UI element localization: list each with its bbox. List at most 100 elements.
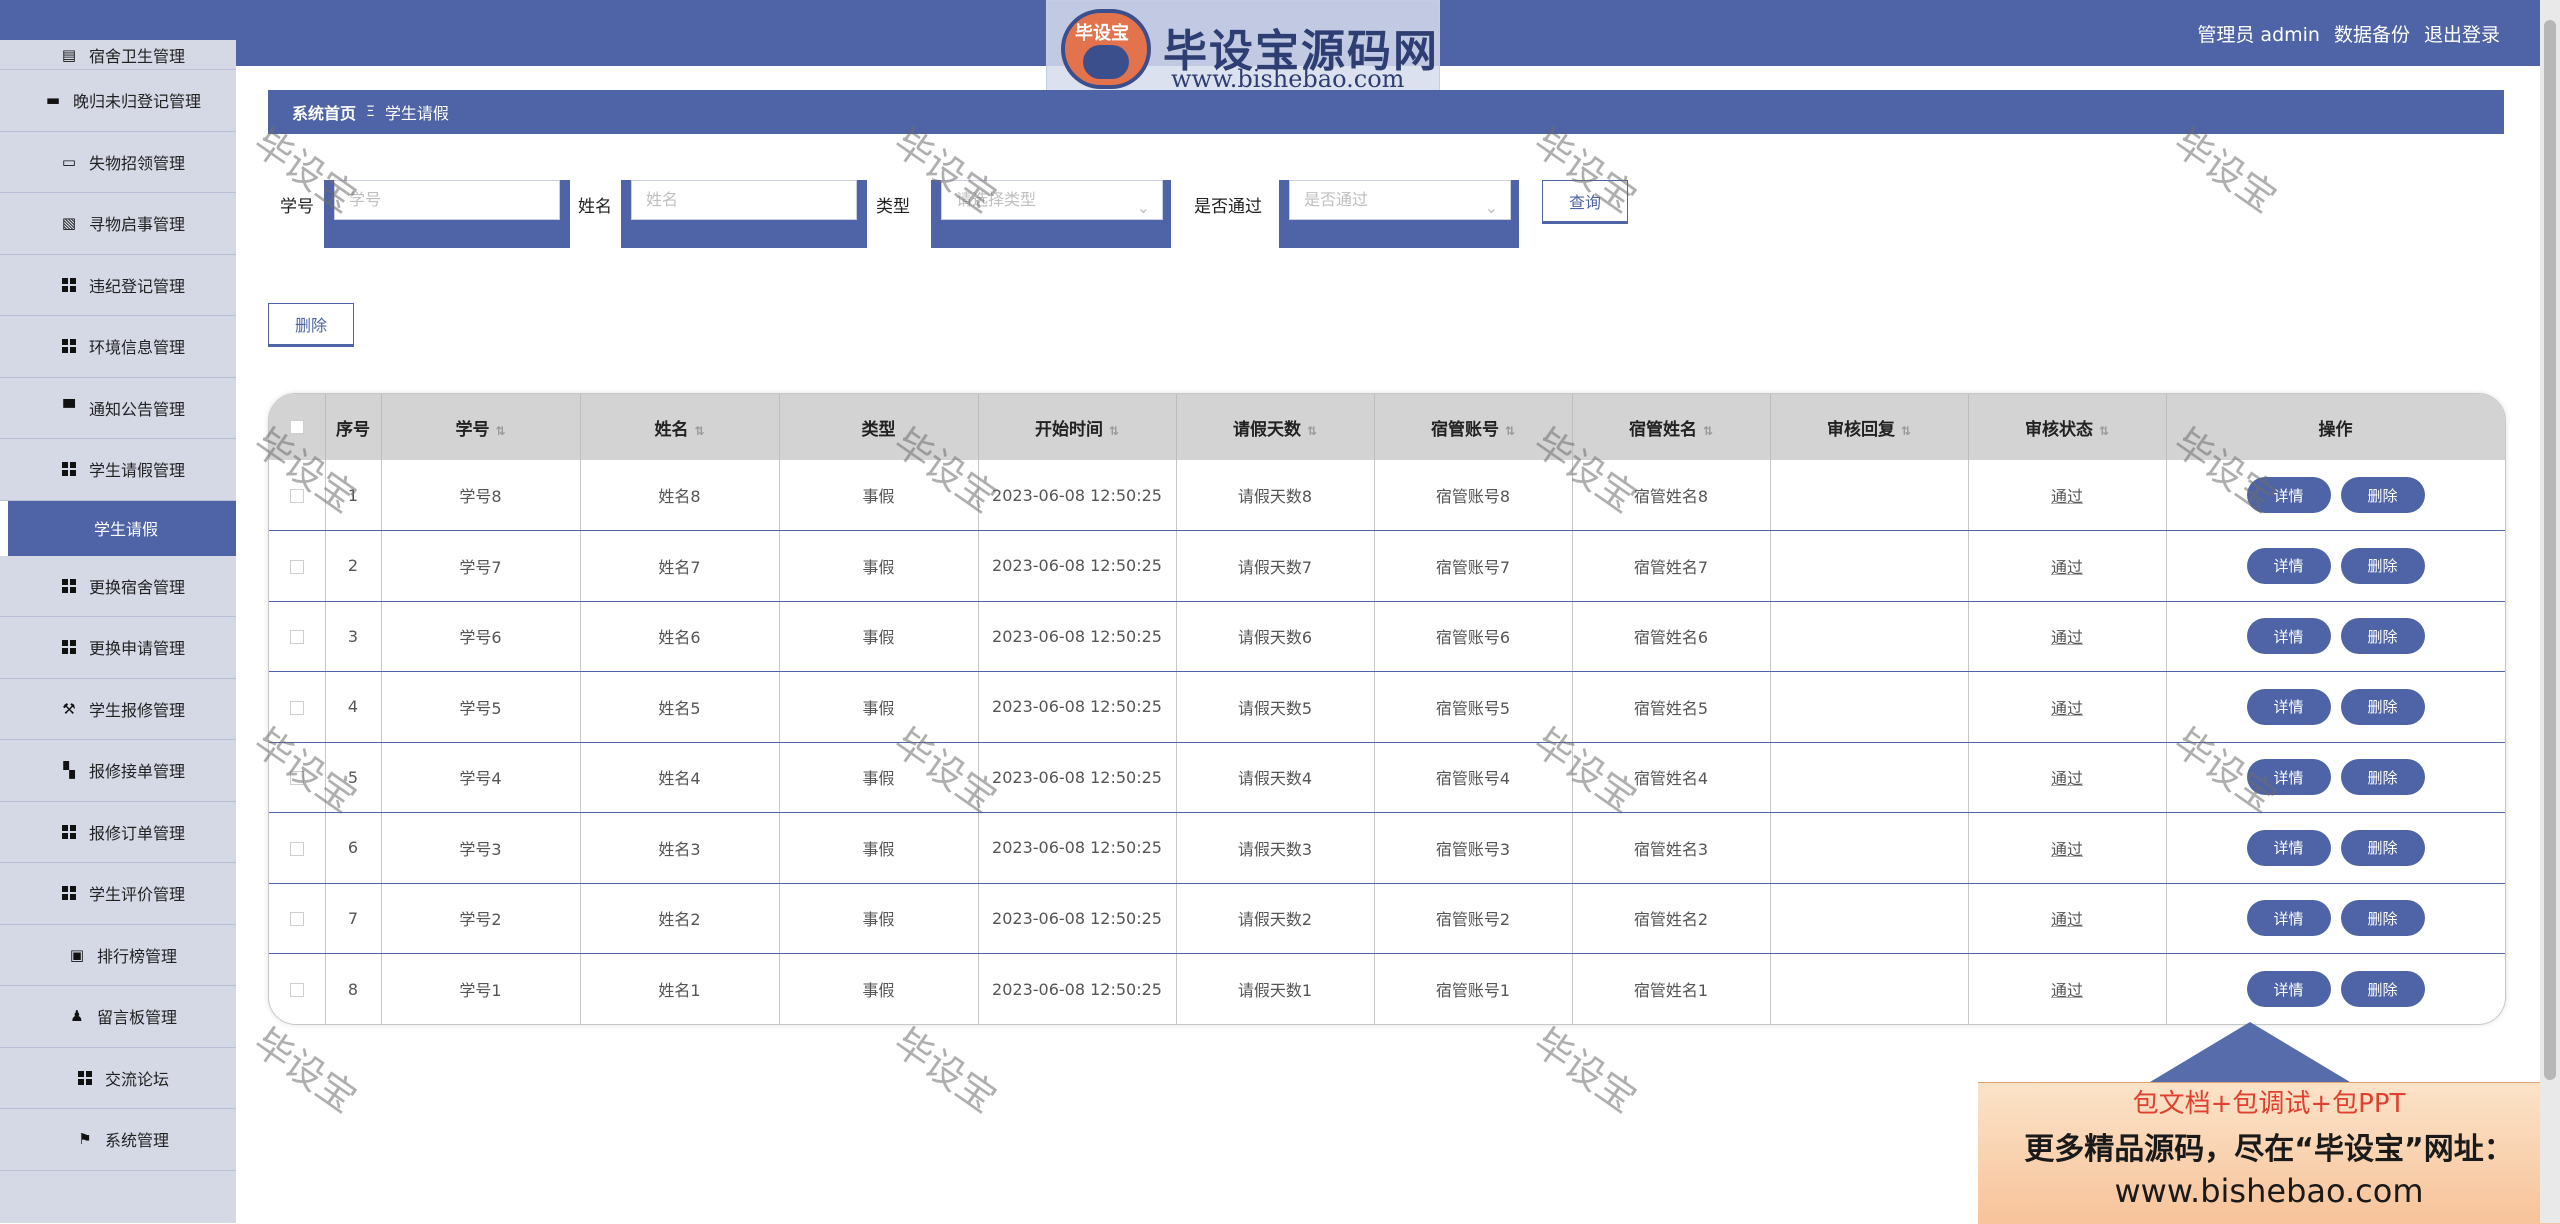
detail-button[interactable]: 详情 [2246, 477, 2331, 513]
sidebar-item[interactable]: 违纪登记管理 [0, 255, 236, 316]
cell-status: 通过 [1968, 460, 2167, 531]
cell-account: 宿管账号7 [1374, 530, 1573, 602]
cell-text: 宿管账号2 [1435, 910, 1511, 930]
cell-type: 事假 [779, 883, 979, 954]
row-delete-button[interactable]: 删除 [2340, 688, 2425, 725]
cell-text: 学号1 [459, 981, 502, 1000]
sort-icon[interactable]: ⇅ [1901, 424, 1911, 438]
column-header[interactable]: 姓名 ⇅ [580, 394, 780, 460]
column-header[interactable]: 开始时间 ⇅ [978, 394, 1177, 460]
scrollbar-thumb[interactable] [2544, 20, 2556, 1080]
sidebar-item[interactable]: ♟ 留言板管理 [0, 986, 236, 1048]
sort-icon[interactable]: ⇅ [495, 424, 505, 438]
data-backup-link[interactable]: 数据备份 [2334, 20, 2410, 47]
header-links: 管理员 admin 数据备份 退出登录 [2197, 20, 2500, 47]
sidebar-item[interactable]: ▣ 排行榜管理 [0, 925, 236, 986]
column-header[interactable]: 审核状态 ⇅ [1968, 394, 2167, 460]
sidebar-item[interactable]: 更换申请管理 [0, 617, 236, 679]
sort-icon[interactable]: ⇅ [1703, 424, 1713, 438]
row-delete-button[interactable]: 删除 [2340, 618, 2425, 655]
column-header[interactable]: 序号 [325, 394, 382, 460]
select-all-checkbox[interactable] [289, 420, 304, 434]
sidebar-item[interactable]: 学生请假管理 [0, 439, 236, 501]
sort-icon[interactable]: ⇅ [1307, 424, 1317, 438]
sidebar-item[interactable]: 更换宿舍管理 [0, 556, 236, 617]
sort-icon[interactable]: ⇅ [1505, 424, 1515, 438]
logout-link[interactable]: 退出登录 [2424, 20, 2500, 47]
passed-select[interactable]: 是否通过 ⌄ [1289, 180, 1511, 220]
sidebar-item[interactable]: ⚑ 系统管理 [0, 1109, 236, 1171]
cell-student_no: 学号4 [381, 742, 581, 813]
cell-manager: 宿管姓名7 [1572, 530, 1771, 602]
cell-status: 通过 [1968, 812, 2167, 884]
logo-watermark: 毕设宝 毕设宝源码网 www.bishebao.com [1046, 0, 1440, 102]
row-checkbox[interactable] [289, 700, 304, 715]
cell-no: 1 [325, 460, 382, 531]
sidebar-subitem-label: 学生请假 [94, 520, 159, 539]
cell-actions: 详情 删除 [2166, 742, 2505, 813]
cell-text: 通过 [2050, 487, 2083, 506]
query-button[interactable]: 查询 [1542, 180, 1628, 224]
breadcrumb-current: 学生请假 [384, 104, 449, 123]
name-input[interactable]: 姓名 [631, 180, 857, 220]
row-delete-button[interactable]: 删除 [2340, 971, 2425, 1007]
column-header[interactable]: 学号 ⇅ [381, 394, 581, 460]
sidebar-item[interactable]: ▤ 宿舍卫生管理 [0, 40, 236, 70]
row-delete-button[interactable]: 删除 [2340, 829, 2425, 866]
sidebar-item[interactable]: 报修订单管理 [0, 802, 236, 863]
batch-delete-button[interactable]: 删除 [268, 303, 354, 347]
column-header[interactable]: 请假天数 ⇅ [1176, 394, 1375, 460]
passed-label: 是否通过 [1194, 197, 1262, 217]
row-checkbox[interactable] [289, 912, 304, 927]
sidebar-item[interactable]: ▬ 晚归未归登记管理 [0, 70, 236, 132]
detail-button[interactable]: 详情 [2246, 759, 2331, 796]
grid-icon [61, 338, 77, 354]
select-all-cell[interactable] [269, 394, 326, 460]
sidebar-item[interactable]: ▚ 报修接单管理 [0, 740, 236, 802]
row-checkbox[interactable] [289, 489, 304, 503]
sidebar-item[interactable]: ▭ 失物招领管理 [0, 132, 236, 193]
sort-icon[interactable]: ⇅ [694, 424, 704, 438]
sidebar-item-label: 更换申请管理 [88, 639, 185, 659]
sidebar-item[interactable]: 学生评价管理 [0, 863, 236, 925]
student-no-input[interactable]: 学号 [334, 180, 560, 220]
row-checkbox[interactable] [289, 983, 304, 997]
column-header[interactable]: 宿管账号 ⇅ [1374, 394, 1573, 460]
detail-button[interactable]: 详情 [2246, 547, 2331, 584]
row-checkbox[interactable] [289, 559, 304, 574]
type-select[interactable]: 请选择类型 ⌄ [941, 180, 1163, 220]
row-checkbox[interactable] [289, 630, 304, 645]
sidebar-item[interactable]: 环境信息管理 [0, 316, 236, 378]
sidebar-item[interactable]: ⚒ 学生报修管理 [0, 679, 236, 740]
table-row: 7 学号2 姓名2 事假 2023-06-08 12:50:25 请假天数2 宿管账号2 宿管… [269, 883, 2505, 954]
detail-button[interactable]: 详情 [2246, 971, 2331, 1007]
cell-name: 姓名3 [580, 812, 780, 884]
cell-status: 通过 [1968, 530, 2167, 602]
detail-button[interactable]: 详情 [2246, 900, 2331, 937]
row-checkbox[interactable] [289, 841, 304, 856]
cell-manager: 宿管姓名6 [1572, 601, 1771, 672]
detail-button[interactable]: 详情 [2246, 618, 2331, 655]
sort-icon[interactable]: ⇅ [1109, 424, 1119, 438]
row-checkbox[interactable] [289, 771, 304, 786]
row-delete-button[interactable]: 删除 [2340, 900, 2425, 937]
sidebar-subitem-active[interactable]: 学生请假 [0, 500, 236, 556]
cell-text: 请假天数8 [1237, 487, 1313, 506]
breadcrumb-home[interactable]: 系统首页 [292, 100, 356, 124]
column-header-label: 审核状态 [2024, 419, 2093, 440]
detail-button[interactable]: 详情 [2246, 829, 2331, 866]
cell-manager: 宿管姓名3 [1572, 812, 1771, 884]
row-delete-button[interactable]: 删除 [2340, 759, 2425, 796]
cell-text: 事假 [862, 839, 895, 859]
row-delete-button[interactable]: 删除 [2340, 547, 2425, 584]
column-header[interactable]: 宿管姓名 ⇅ [1572, 394, 1771, 460]
sidebar-item[interactable]: 交流论坛 [0, 1048, 236, 1109]
column-header[interactable]: 操作 [2166, 394, 2505, 460]
detail-button[interactable]: 详情 [2246, 688, 2331, 725]
sidebar-item[interactable]: ▧ 寻物启事管理 [0, 193, 236, 255]
column-header[interactable]: 类型 [779, 394, 979, 460]
sort-icon[interactable]: ⇅ [2099, 424, 2109, 438]
row-delete-button[interactable]: 删除 [2340, 477, 2425, 513]
sidebar-item[interactable]: ▀ 通知公告管理 [0, 378, 236, 439]
column-header[interactable]: 审核回复 ⇅ [1770, 394, 1969, 460]
